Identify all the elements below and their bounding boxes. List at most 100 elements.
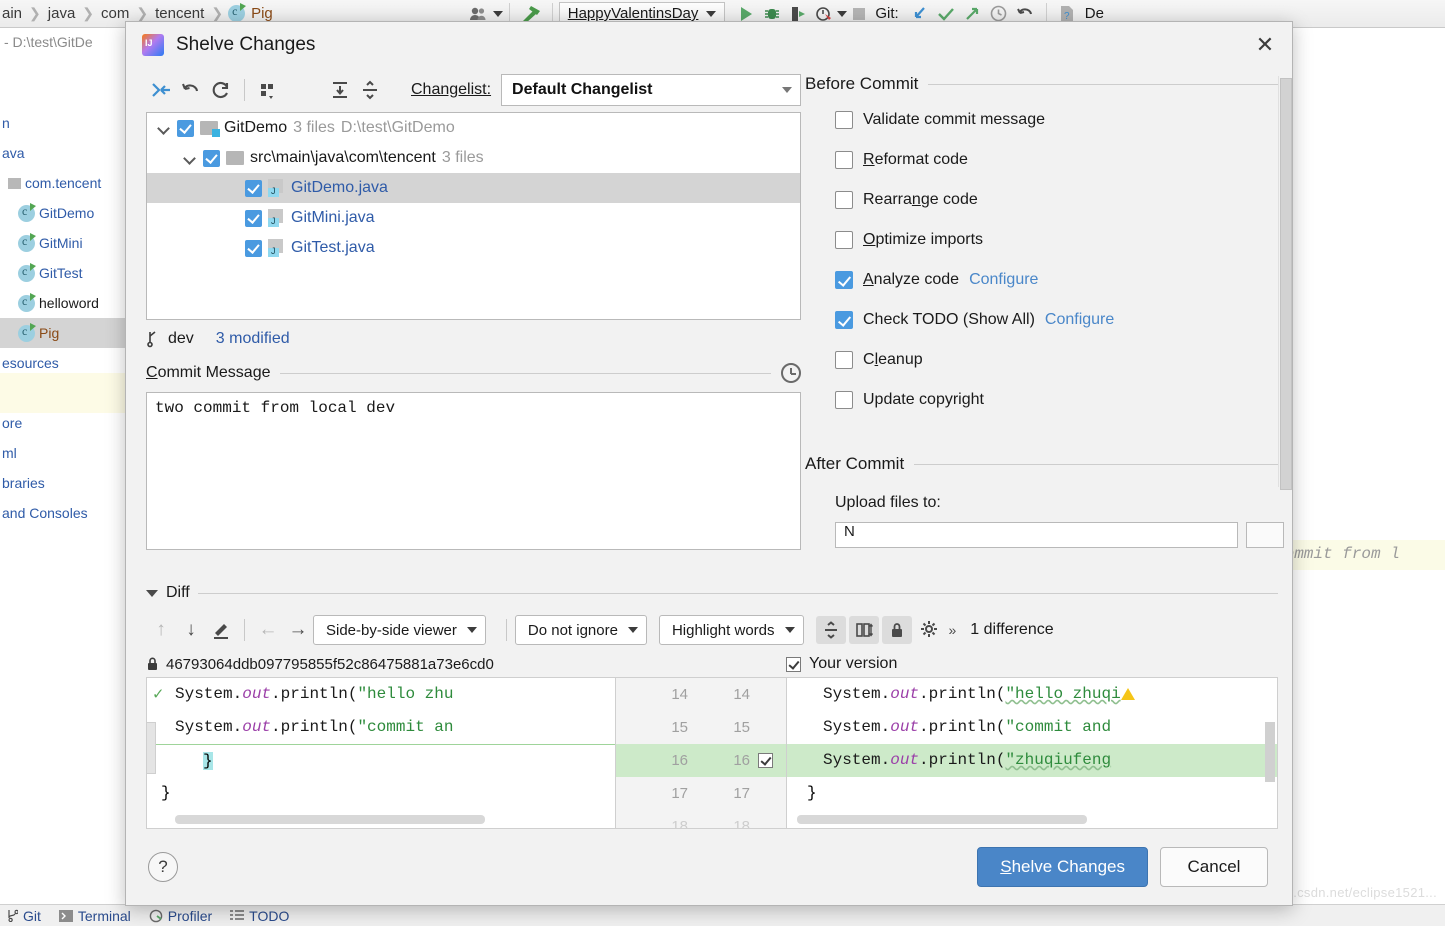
changes-file-tree[interactable]: GitDemo 3 files D:\test\GitDemo src\main… (146, 112, 801, 320)
chevron-down-icon[interactable] (183, 151, 197, 165)
chevron-down-icon[interactable] (146, 589, 158, 597)
collapse-all-icon[interactable] (355, 77, 385, 103)
refresh-icon[interactable] (206, 77, 236, 103)
breadcrumb-item-tencent[interactable]: tencent (153, 5, 206, 22)
tree-item-label: braries (2, 475, 45, 491)
collapse-selection-icon[interactable] (146, 77, 176, 103)
configure-link[interactable]: Configure (1045, 311, 1114, 329)
status-item-todo[interactable]: TODO (230, 908, 289, 924)
option-checkbox[interactable] (835, 191, 853, 209)
chevron-down-icon[interactable] (492, 10, 503, 17)
tree-checkbox[interactable] (245, 209, 262, 227)
toolbar-divider (505, 619, 507, 641)
scrollbar-thumb[interactable] (1280, 78, 1292, 490)
viewer-mode-select[interactable]: Side-by-side viewer (313, 615, 486, 645)
close-icon[interactable]: ✕ (1250, 30, 1280, 60)
ignore-mode-select[interactable]: Do not ignore (514, 615, 647, 645)
option-optimize-imports[interactable]: Optimize imports (805, 220, 1284, 260)
edit-source-icon[interactable] (206, 616, 236, 644)
diff-right-pane[interactable]: System.out.println("hello zhuqi System.o… (786, 677, 1278, 829)
project-tree-item-gittest[interactable]: GitTest (0, 258, 128, 288)
more-options-icon[interactable]: » (945, 622, 961, 638)
lock-icon[interactable] (881, 616, 912, 644)
project-tree-item-braries[interactable]: braries (0, 468, 128, 498)
breadcrumb-item-java[interactable]: java (46, 5, 78, 22)
status-item-profiler[interactable]: Profiler (149, 908, 212, 924)
option-checkbox[interactable] (835, 391, 853, 409)
commit-message-input[interactable]: two commit from local dev (146, 392, 801, 550)
previous-difference-icon[interactable]: ↑ (146, 616, 176, 644)
option-reformat-code[interactable]: Reformat code (805, 140, 1284, 180)
project-tree-item-com-tencent[interactable]: com.tencent (0, 168, 128, 198)
tree-checkbox[interactable] (245, 239, 262, 257)
option-rearrange-code[interactable]: Rearrange code (805, 180, 1284, 220)
project-root-path: - D:\test\GitDe (4, 34, 93, 50)
gutter-accept-checkbox[interactable] (750, 744, 780, 777)
tree-row-file[interactable]: GitTest.java (147, 233, 800, 263)
history-clock-icon[interactable] (781, 363, 801, 383)
tree-row-file[interactable]: GitMini.java (147, 203, 800, 233)
option-validate-commit-message[interactable]: Validate commit message (805, 100, 1284, 140)
project-tree-item-helloword[interactable]: helloword (0, 288, 128, 318)
option-checkbox[interactable] (835, 271, 853, 289)
chevron-down-icon[interactable] (157, 121, 171, 135)
tree-row-file[interactable]: GitDemo.java (147, 173, 800, 203)
project-tree-item-pig[interactable]: Pig (0, 318, 128, 348)
synchronize-scroll-icon[interactable] (848, 616, 879, 644)
option-cleanup[interactable]: Cleanup (805, 340, 1284, 380)
diff-section-header[interactable]: Diff (146, 577, 1278, 609)
project-tree-item-gitmini[interactable]: GitMini (0, 228, 128, 258)
upload-target-select[interactable]: N (835, 522, 1238, 548)
modified-count[interactable]: 3 modified (216, 330, 290, 348)
option-analyze-code[interactable]: Analyze code Configure (805, 260, 1284, 300)
right-panel-scrollbar[interactable] (1278, 76, 1292, 490)
tree-checkbox[interactable] (177, 119, 194, 137)
configure-link[interactable]: Configure (969, 271, 1038, 289)
project-tree-item-gitdemo[interactable]: GitDemo (0, 198, 128, 228)
gear-icon[interactable] (915, 616, 945, 644)
breadcrumb-item-com[interactable]: com (99, 5, 131, 22)
option-checkbox[interactable] (835, 351, 853, 369)
diff-left-pane[interactable]: ✓ System.out.println("hello zhu System.o… (146, 677, 616, 829)
changelist-select[interactable]: Default Changelist (501, 74, 801, 106)
java-class-icon (18, 292, 36, 312)
project-tree-item[interactable]: n (0, 108, 128, 138)
accept-change-checkbox[interactable] (757, 753, 773, 768)
expand-all-icon[interactable] (325, 77, 355, 103)
status-item-git[interactable]: Git (6, 908, 41, 924)
breadcrumb-item-pig[interactable]: Pig (249, 5, 275, 22)
tree-row-folder[interactable]: src\main\java\com\tencent 3 files (147, 143, 800, 173)
option-update-copyright[interactable]: Update copyright (805, 380, 1284, 420)
next-difference-icon[interactable]: ↓ (176, 616, 206, 644)
option-check-todo[interactable]: Check TODO (Show All) Configure (805, 300, 1284, 340)
highlight-mode-select[interactable]: Highlight words (658, 615, 804, 645)
apply-left-icon[interactable]: ← (253, 616, 283, 644)
option-checkbox[interactable] (835, 231, 853, 249)
tree-checkbox[interactable] (203, 149, 220, 167)
diff-left-hscrollbar[interactable] (175, 815, 485, 824)
status-item-terminal[interactable]: Terminal (58, 908, 131, 924)
tree-checkbox[interactable] (245, 179, 262, 197)
breadcrumb-item-ain[interactable]: ain (0, 5, 24, 22)
apply-right-icon[interactable]: → (283, 616, 313, 644)
cancel-button[interactable]: Cancel (1160, 847, 1268, 887)
option-checkbox[interactable] (835, 111, 853, 129)
project-tree-item[interactable]: ava (0, 138, 128, 168)
accept-change-icon[interactable]: ✓ (153, 684, 163, 705)
rollback-icon[interactable] (176, 77, 206, 103)
option-checkbox[interactable] (835, 151, 853, 169)
shelve-changes-button[interactable]: Shelve Changes (977, 847, 1148, 887)
tree-row-project-root[interactable]: GitDemo 3 files D:\test\GitDemo (147, 113, 800, 143)
diff-right-hscrollbar[interactable] (797, 815, 1087, 824)
option-checkbox[interactable] (835, 311, 853, 329)
help-button[interactable]: ? (148, 852, 178, 882)
project-tree-item-consoles[interactable]: and Consoles (0, 498, 128, 528)
collapse-unchanged-icon[interactable] (815, 616, 846, 644)
upload-config-button[interactable] (1246, 522, 1284, 548)
java-file-icon (268, 179, 285, 197)
group-by-icon[interactable] (253, 77, 283, 103)
diff-right-vscrollbar[interactable] (1265, 722, 1275, 782)
project-tree-item-ml[interactable]: ml (0, 438, 128, 468)
chevron-down-icon[interactable] (837, 10, 848, 17)
your-version-checkbox[interactable] (786, 656, 801, 672)
